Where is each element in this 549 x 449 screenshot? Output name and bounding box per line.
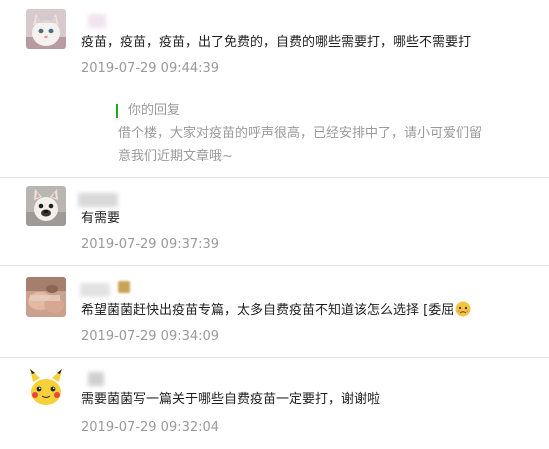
comment-item: 疫苗，疫苗，疫苗，出了免费的，自费的哪些需要打，哪些不需要打 2019-07-2… bbox=[0, 0, 549, 176]
comment-timestamp: 2019-07-29 09:34:09 bbox=[81, 329, 220, 344]
comment-timestamp: 2019-07-29 09:44:39 bbox=[81, 61, 220, 76]
comment-text: 疫苗，疫苗，疫苗，出了免费的，自费的哪些需要打，哪些不需要打 bbox=[81, 35, 472, 50]
cat-avatar-icon[interactable] bbox=[26, 9, 66, 49]
comment-item: 有需要 2019-07-29 09:37:39 bbox=[0, 178, 549, 266]
reply-label: 你的回复 bbox=[128, 103, 181, 118]
comment-text: 希望菌菌赶快出疫苗专篇，太多自费疫苗不知道该怎么选择 [委屈 bbox=[81, 301, 471, 320]
user-name bbox=[88, 14, 106, 28]
reply-indicator bbox=[116, 104, 118, 118]
comment-text: 需要菌菌写一篇关于哪些自费疫苗一定要打，谢谢啦 bbox=[81, 392, 381, 407]
comment-text-content: 希望菌菌赶快出疫苗专篇，太多自费疫苗不知道该怎么选择 [委屈 bbox=[81, 303, 455, 318]
comment-timestamp: 2019-07-29 09:32:04 bbox=[81, 420, 220, 435]
comment-item: 希望菌菌赶快出疫苗专篇，太多自费疫苗不知道该怎么选择 [委屈 2019-07-2… bbox=[0, 266, 549, 358]
reply-text-line-1: 借个楼，大家对疫苗的呼声很高，已经安排中了，请小可爱们留 bbox=[118, 126, 483, 141]
user-name bbox=[80, 283, 110, 297]
comment-item: 需要菌菌写一篇关于哪些自费疫苗一定要打，谢谢啦 2019-07-29 09:32… bbox=[0, 358, 549, 449]
pikachu-avatar-icon[interactable] bbox=[26, 368, 66, 408]
comment-timestamp: 2019-07-29 09:37:39 bbox=[81, 237, 220, 252]
bulldog-avatar-icon[interactable] bbox=[26, 186, 66, 226]
user-name bbox=[88, 372, 104, 386]
reply-text-line-2: 意我们近期文章哦~ bbox=[118, 149, 233, 164]
comment-text: 有需要 bbox=[81, 211, 121, 226]
user-name bbox=[78, 193, 118, 207]
photo-avatar-icon[interactable] bbox=[26, 277, 66, 317]
aggrieved-emoji-icon bbox=[455, 301, 471, 317]
user-badge bbox=[118, 281, 130, 293]
